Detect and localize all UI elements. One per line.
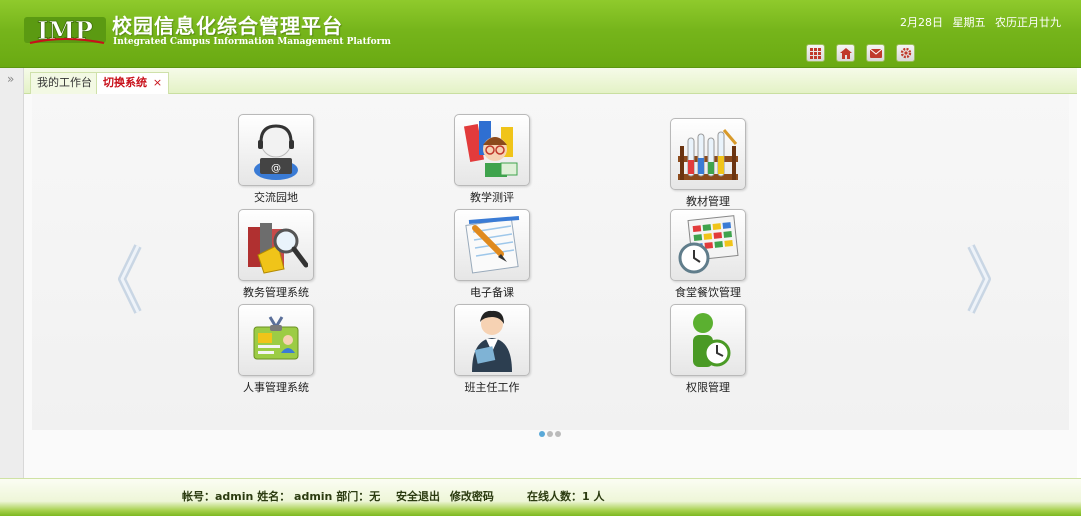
app-personnel-management[interactable]: 人事管理系统 bbox=[216, 304, 336, 395]
date-text: 2月28日 bbox=[900, 16, 943, 29]
app-label: 食堂餐饮管理 bbox=[675, 286, 741, 299]
pager-dot-2[interactable] bbox=[547, 431, 553, 437]
settings-icon bbox=[900, 47, 911, 59]
tab-label: 切换系统 bbox=[103, 76, 147, 89]
tab-switch-system[interactable]: 切换系统 × bbox=[96, 72, 170, 94]
svg-text:@: @ bbox=[271, 163, 281, 174]
header-toolbar bbox=[806, 44, 915, 62]
app-tile bbox=[454, 304, 530, 376]
logout-link[interactable]: 安全退出 bbox=[396, 490, 440, 503]
id-badge-icon bbox=[253, 316, 299, 360]
tab-my-workbench[interactable]: 我的工作台 bbox=[30, 72, 99, 94]
carousel-next-arrow-icon[interactable] bbox=[967, 244, 993, 314]
teacher-books-icon bbox=[463, 121, 518, 177]
expand-sidebar-icon[interactable]: » bbox=[7, 72, 14, 86]
app-academic-affairs[interactable]: 教务管理系统 bbox=[216, 209, 336, 300]
app-label: 电子备课 bbox=[470, 286, 514, 299]
app-label: 人事管理系统 bbox=[243, 381, 309, 394]
notepad-pen-icon bbox=[465, 216, 520, 274]
app-tile bbox=[238, 209, 314, 281]
app-label: 交流园地 bbox=[254, 191, 298, 204]
change-password-link[interactable]: 修改密码 bbox=[450, 490, 494, 503]
test-tube-rack-icon bbox=[678, 129, 738, 180]
app-textbook-management[interactable]: 教材管理 bbox=[648, 118, 768, 209]
user-clock-icon bbox=[693, 313, 731, 367]
app-label: 权限管理 bbox=[686, 381, 730, 394]
lunar-date-text: 农历正月廿九 bbox=[995, 16, 1061, 29]
apps-button[interactable] bbox=[806, 44, 825, 62]
books-magnifier-icon bbox=[248, 223, 308, 274]
settings-button[interactable] bbox=[896, 44, 915, 62]
pager-dot-3[interactable] bbox=[555, 431, 561, 437]
home-button[interactable] bbox=[836, 44, 855, 62]
app-teaching-evaluation[interactable]: 教学测评 bbox=[432, 114, 552, 205]
home-icon bbox=[839, 47, 852, 59]
pager-dot-1[interactable] bbox=[539, 431, 545, 437]
app-tile bbox=[670, 304, 746, 376]
footer: 帐号：admin 姓名： admin 部门：无 安全退出 修改密码 在线人数：1… bbox=[0, 478, 1081, 516]
app-label: 班主任工作 bbox=[464, 381, 520, 394]
footer-links: 安全退出 修改密码 bbox=[396, 488, 500, 504]
carousel-pager bbox=[539, 431, 561, 437]
app-tile bbox=[454, 114, 530, 186]
app-tile bbox=[670, 118, 746, 190]
app-canteen-management[interactable]: 食堂餐饮管理 bbox=[648, 209, 768, 300]
tab-bar: 我的工作台 切换系统 × bbox=[24, 68, 1077, 94]
account-info: 帐号：admin 姓名： admin 部门：无 bbox=[182, 490, 381, 503]
app-label: 教学测评 bbox=[470, 191, 514, 204]
app-label: 教材管理 bbox=[686, 195, 730, 208]
carousel-prev-arrow-icon[interactable] bbox=[116, 244, 142, 314]
app-tile: @ bbox=[238, 114, 314, 186]
app-electronic-lesson-prep[interactable]: 电子备课 bbox=[432, 209, 552, 300]
date-display: 2月28日 星期五 农历正月廿九 bbox=[894, 14, 1061, 30]
app-head-teacher-work[interactable]: 班主任工作 bbox=[432, 304, 552, 395]
tab-close-icon[interactable]: × bbox=[153, 76, 162, 89]
mail-button[interactable] bbox=[866, 44, 885, 62]
staff-person-icon bbox=[472, 310, 512, 372]
side-rail: » bbox=[0, 68, 24, 478]
app-permission-management[interactable]: 权限管理 bbox=[648, 304, 768, 395]
app-tile bbox=[454, 209, 530, 281]
mail-icon bbox=[869, 48, 882, 58]
page-subtitle: Integrated Campus Information Management… bbox=[113, 37, 391, 47]
support-agent-icon: @ bbox=[254, 124, 298, 180]
main-content: @ 交流园地 教学测评 教材管理 教务管理系统 电子备课 食堂餐饮管理 人事管理… bbox=[24, 94, 1077, 478]
app-tile bbox=[670, 209, 746, 281]
imp-logo: IMP bbox=[24, 16, 106, 45]
apps-icon bbox=[810, 47, 821, 59]
app-label: 教务管理系统 bbox=[243, 286, 309, 299]
app-carousel: @ 交流园地 教学测评 教材管理 教务管理系统 电子备课 食堂餐饮管理 人事管理… bbox=[32, 94, 1069, 430]
tab-label: 我的工作台 bbox=[37, 76, 92, 89]
app-communication[interactable]: @ 交流园地 bbox=[216, 114, 336, 205]
header: IMP 校园信息化综合管理平台 Integrated Campus Inform… bbox=[0, 0, 1081, 68]
calendar-clock-icon bbox=[678, 215, 739, 274]
online-count: 在线人数：1 人 bbox=[527, 490, 605, 503]
page-title: 校园信息化综合管理平台 bbox=[112, 14, 343, 38]
app-tile bbox=[238, 304, 314, 376]
weekday-text: 星期五 bbox=[952, 16, 986, 29]
